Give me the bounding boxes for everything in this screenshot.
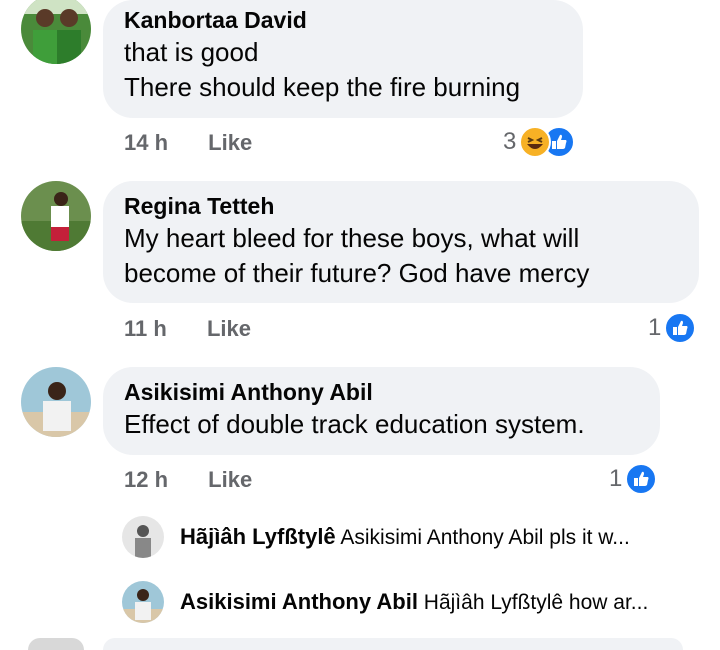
comment-text: My heart bleed for these boys, what will… (124, 223, 590, 288)
like-button[interactable]: Like (208, 130, 252, 156)
reply-preview: Hãjìâh Lyfßtylê how ar... (423, 591, 649, 614)
reaction-count: 3 (503, 128, 517, 155)
reply-author[interactable]: Asikisimi Anthony Abil (180, 589, 418, 614)
next-comment-bubble (103, 638, 683, 650)
avatar[interactable] (122, 581, 164, 623)
comment-author[interactable]: Asikisimi Anthony Abil (124, 377, 639, 407)
reply-preview: Asikisimi Anthony Abil pls it w... (340, 526, 630, 549)
like-icon (625, 463, 658, 495)
comment-text: Effect of double track education system. (124, 409, 585, 439)
comment-bubble: Asikisimi Anthony Abil Effect of double … (103, 367, 660, 455)
avatar[interactable] (21, 367, 91, 437)
like-button[interactable]: Like (208, 467, 252, 493)
comment-time[interactable]: 12 h (124, 467, 168, 493)
comment-author[interactable]: Kanbortaa David (124, 5, 562, 35)
reaction-summary[interactable]: 3 (503, 126, 576, 158)
avatar[interactable] (21, 181, 91, 251)
comment-meta: 14 h Like (124, 130, 252, 156)
comment-meta: 12 h Like (124, 467, 252, 493)
reaction-count: 1 (609, 465, 623, 492)
reaction-summary[interactable]: 1 (648, 312, 697, 344)
like-button[interactable]: Like (207, 316, 251, 342)
avatar[interactable] (21, 0, 91, 64)
comment-time[interactable]: 11 h (124, 316, 167, 342)
comment-meta: 11 h Like (124, 316, 251, 342)
reply-author[interactable]: Hãjìâh Lyfßtylê (180, 524, 336, 549)
avatar[interactable] (122, 516, 164, 558)
reply-item[interactable]: Asikisimi Anthony Abil Hãjìâh Lyfßtylê h… (122, 581, 702, 625)
like-icon (664, 312, 697, 344)
comment-author[interactable]: Regina Tetteh (124, 191, 678, 221)
comment-text: that is good There should keep the fire … (124, 37, 521, 102)
comment-time[interactable]: 14 h (124, 130, 168, 156)
reaction-summary[interactable]: 1 (609, 463, 658, 495)
reaction-count: 1 (648, 314, 662, 341)
next-comment-avatar (28, 638, 84, 650)
comment-bubble: Kanbortaa David that is good There shoul… (103, 0, 583, 118)
haha-icon (519, 126, 552, 158)
reply-item[interactable]: Hãjìâh Lyfßtylê Asikisimi Anthony Abil p… (122, 516, 702, 560)
comment-bubble: Regina Tetteh My heart bleed for these b… (103, 181, 699, 303)
